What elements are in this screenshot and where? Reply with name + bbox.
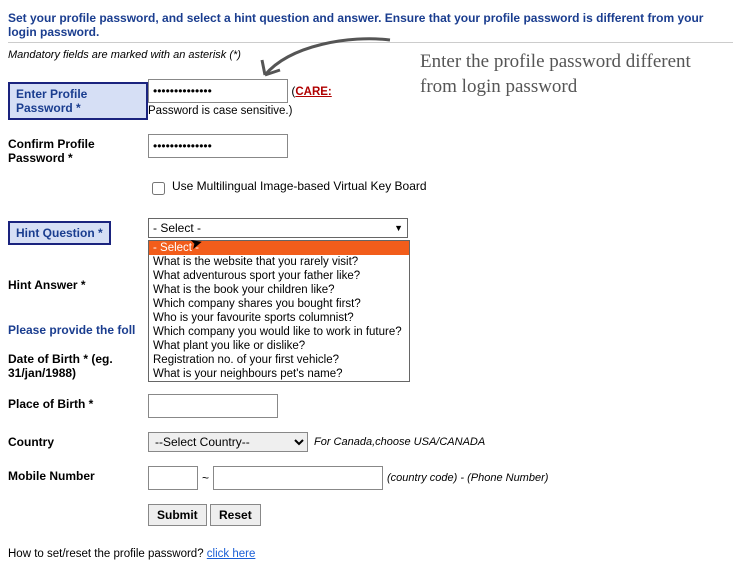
mandatory-note: Mandatory fields are marked with an aste…	[8, 49, 733, 61]
mobile-number-label: Mobile Number	[8, 466, 148, 483]
hint-option[interactable]: - Select -	[149, 241, 409, 255]
hint-select-value: - Select -	[153, 221, 201, 235]
click-here-link[interactable]: click here	[207, 548, 256, 560]
virtual-keyboard-label: Use Multilingual Image-based Virtual Key…	[172, 179, 427, 193]
submit-button[interactable]: Submit	[148, 504, 207, 526]
country-code-input[interactable]	[148, 466, 198, 490]
footer-text: How to set/reset the profile password?	[8, 548, 207, 560]
date-of-birth-label: Date of Birth * (eg. 31/jan/1988)	[8, 349, 148, 380]
country-label: Country	[8, 432, 148, 449]
chevron-down-icon: ▼	[394, 223, 403, 233]
hint-option[interactable]: Which company you would like to work in …	[149, 325, 409, 339]
confirm-password-input[interactable]	[148, 134, 288, 158]
profile-password-input[interactable]	[148, 79, 288, 103]
confirm-profile-password-label: Confirm Profile Password *	[8, 134, 148, 165]
hint-option[interactable]: What plant you like or dislike?	[149, 339, 409, 353]
country-hint: For Canada,choose USA/CANADA	[314, 436, 485, 448]
enter-profile-password-label: Enter Profile Password *	[8, 82, 148, 120]
password-case-note: Password is case sensitive.)	[148, 105, 733, 117]
hint-question-dropdown[interactable]: - Select - What is the website that you …	[148, 240, 410, 382]
hint-question-select[interactable]: - Select - ▼	[148, 218, 408, 238]
hint-option[interactable]: Registration no. of your first vehicle?	[149, 353, 409, 367]
hint-option[interactable]: What is the website that you rarely visi…	[149, 255, 409, 269]
place-of-birth-label: Place of Birth *	[8, 394, 148, 411]
tilde-separator: ~	[202, 471, 209, 485]
phone-number-input[interactable]	[213, 466, 383, 490]
hint-option[interactable]: What adventurous sport your father like?	[149, 269, 409, 283]
place-of-birth-input[interactable]	[148, 394, 278, 418]
phone-hint: (country code) - (Phone Number)	[387, 472, 548, 484]
hint-option[interactable]: What is the book your children like?	[149, 283, 409, 297]
virtual-keyboard-checkbox[interactable]	[152, 182, 165, 195]
hint-option[interactable]: What is your neighbours pet's name?	[149, 367, 409, 381]
instruction-text: Set your profile password, and select a …	[8, 8, 733, 43]
country-select[interactable]: --Select Country--	[148, 432, 308, 452]
reset-button[interactable]: Reset	[210, 504, 261, 526]
care-link[interactable]: CARE:	[295, 86, 331, 98]
hint-option[interactable]: Which company shares you bought first?	[149, 297, 409, 311]
hint-answer-label: Hint Answer *	[8, 275, 148, 292]
hint-question-label: Hint Question *	[8, 221, 111, 245]
hint-option[interactable]: Who is your favourite sports columnist?	[149, 311, 409, 325]
